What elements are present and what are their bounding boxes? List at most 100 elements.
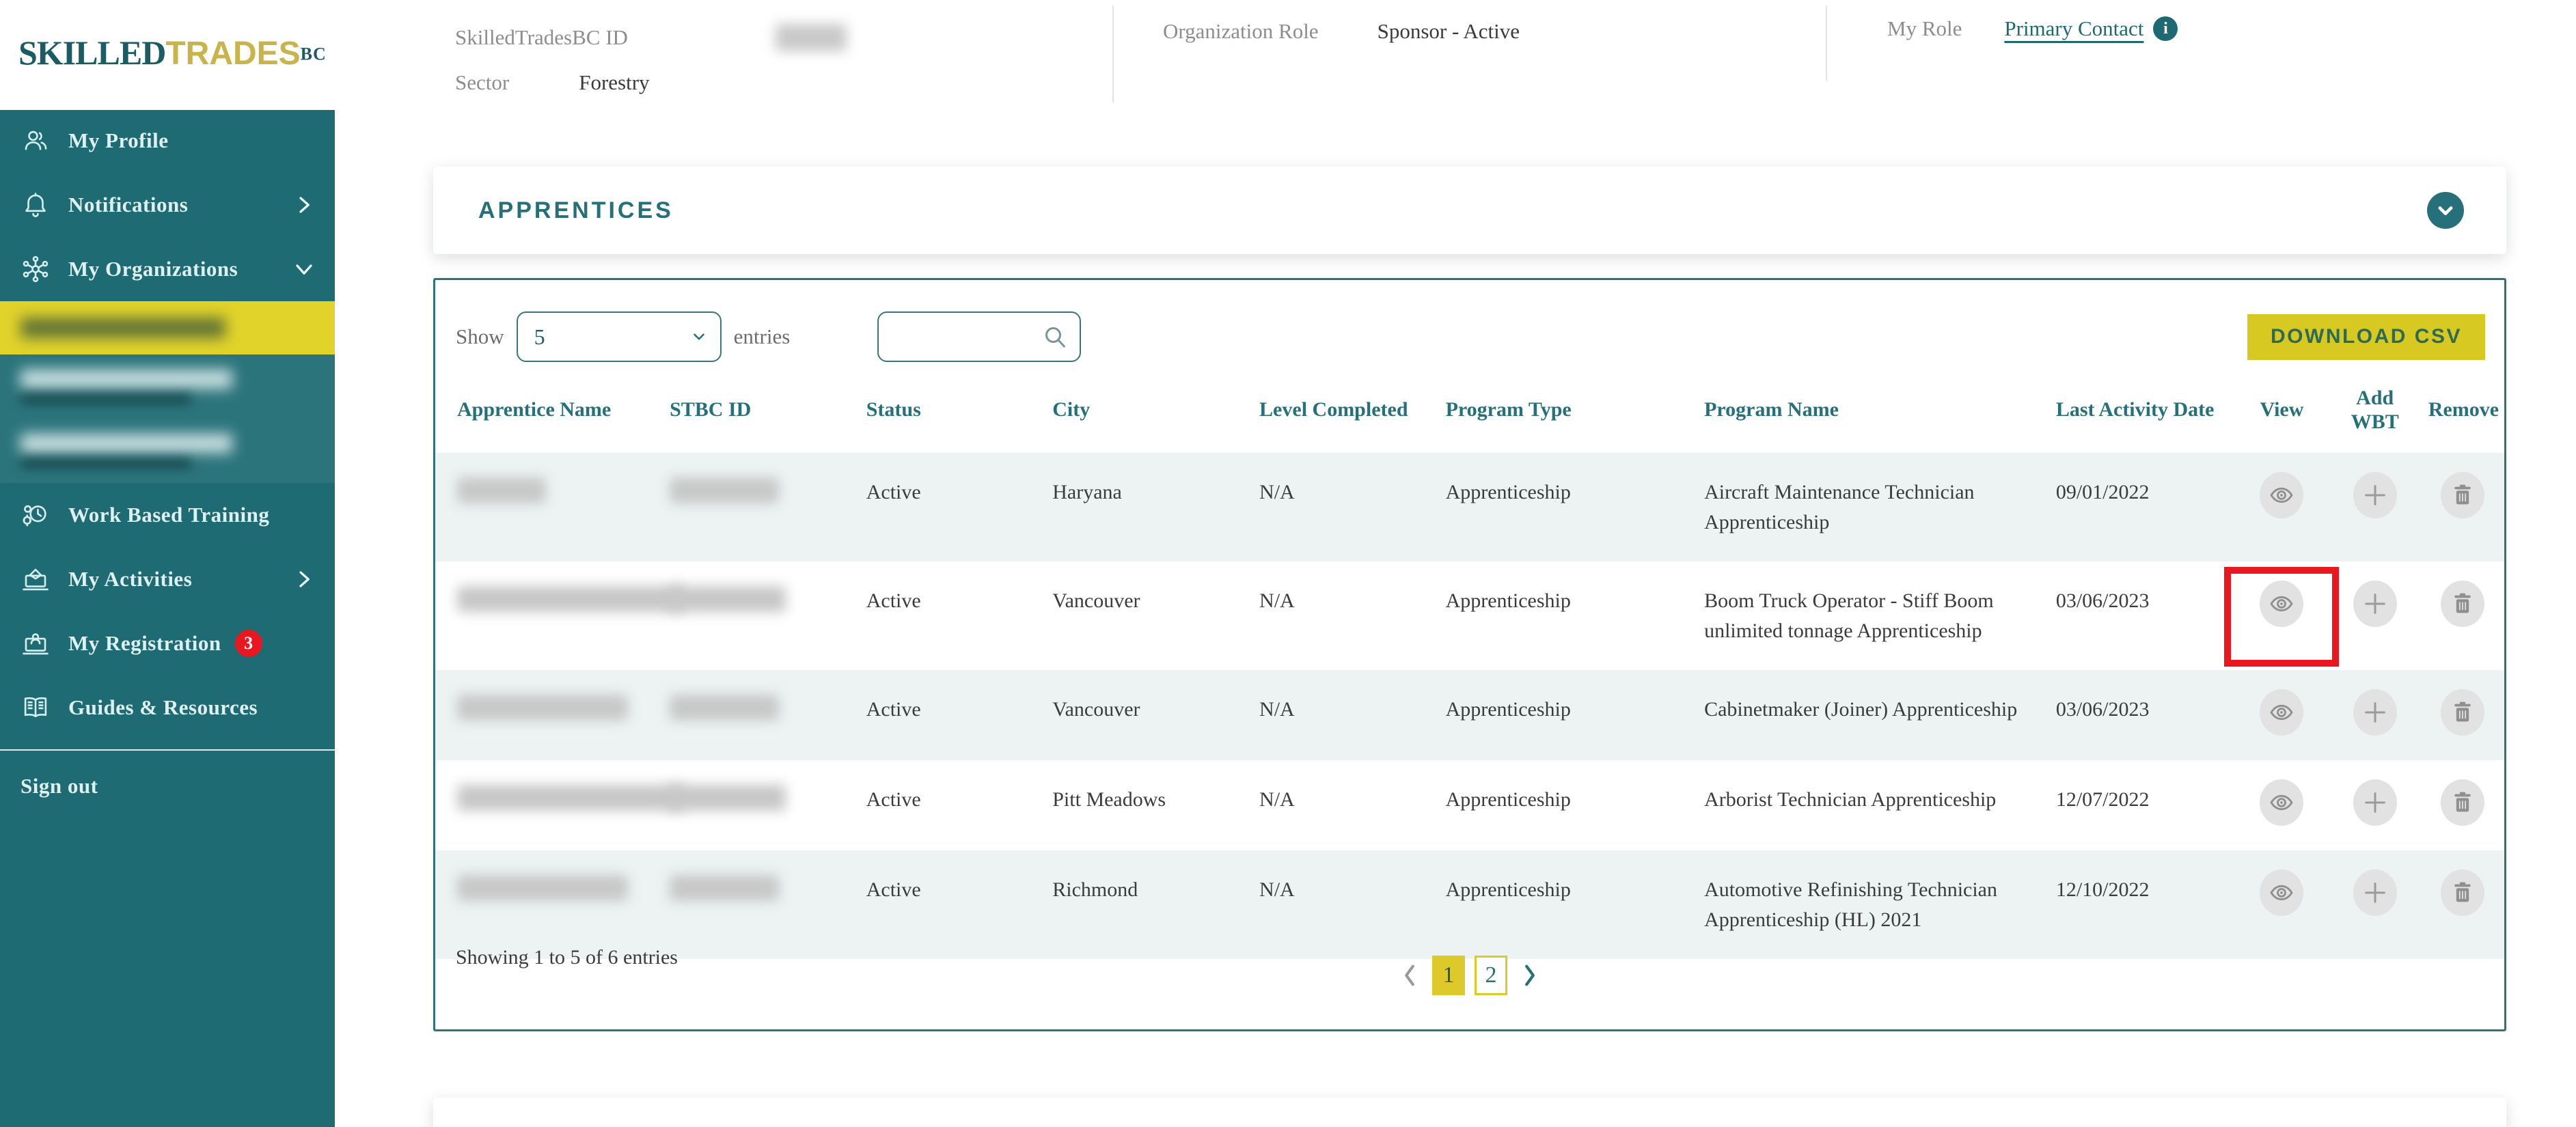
sidebar-item-work-based-training[interactable]: Work Based Training [0, 483, 335, 547]
cell-add-wbt [2329, 670, 2422, 760]
notification-count-badge: 3 [234, 630, 262, 657]
cell-level-completed: N/A [1259, 788, 1295, 811]
sidebar-item-organization[interactable] [0, 419, 335, 483]
entries-label: entries [733, 324, 791, 348]
cell-program-name: Aircraft Maintenance Technician Apprenti… [1704, 481, 1975, 533]
cell-status: Active [866, 481, 921, 503]
view-button[interactable] [2260, 472, 2304, 518]
column-header-apprentice-name: Apprentice Name [457, 398, 612, 421]
pagination-next-button[interactable] [1520, 964, 1540, 987]
add-wbt-button[interactable] [2353, 869, 2397, 916]
redacted-id [670, 586, 786, 612]
redacted-text [20, 434, 232, 468]
logo-part-bc: BC [300, 44, 327, 64]
plus-icon [2361, 590, 2389, 617]
sidebar-item-label: My Registration [68, 631, 221, 655]
download-csv-button[interactable]: DOWNLOAD CSV [2247, 314, 2485, 360]
cell-last-activity-date: 12/07/2022 [2055, 788, 2150, 811]
chevron-down-icon [294, 259, 314, 279]
stbc-id-value-redacted [775, 24, 847, 51]
sidebar-item-notifications[interactable]: Notifications [0, 173, 335, 237]
remove-button[interactable] [2441, 472, 2485, 518]
column-header-view: View [2260, 398, 2304, 421]
chevron-right-icon [294, 195, 314, 215]
cell-apprentice-name [435, 670, 663, 760]
chevron-down-icon [690, 328, 708, 346]
cell-last-activity-date: 03/06/2023 [2055, 698, 2150, 721]
search-box [877, 311, 1082, 362]
my-role-label: My Role [1887, 16, 1962, 40]
stbc-id-label: SkilledTradesBC ID [455, 25, 628, 49]
search-icon [1041, 323, 1069, 350]
column-header-remove: Remove [2428, 398, 2499, 421]
view-button[interactable] [2260, 869, 2304, 916]
plus-icon [2361, 699, 2389, 726]
logo-part-trades: TRADES [165, 36, 301, 72]
cell-last-activity-date: 03/06/2023 [2055, 589, 2150, 612]
redacted-name [457, 785, 683, 811]
header-divider [1826, 5, 1827, 81]
eye-icon [2268, 699, 2295, 726]
remove-button[interactable] [2441, 869, 2485, 916]
cell-remove [2422, 561, 2504, 670]
table-body: Active Haryana N/A Apprenticeship Aircraft M… [435, 453, 2504, 959]
table-row: Active Pitt Meadows N/A Apprenticeship Arbor… [435, 760, 2504, 850]
view-button[interactable] [2260, 581, 2304, 627]
org-id-sector-group: SkilledTradesBC ID Sector Forestry [455, 15, 847, 105]
cell-level-completed: N/A [1259, 481, 1295, 503]
pagination-page-2[interactable]: 2 [1475, 956, 1507, 995]
cell-apprentice-name [435, 453, 663, 561]
page-size-select[interactable]: 5 [516, 311, 722, 362]
apprentices-collapse-button[interactable] [2427, 192, 2464, 229]
sector-value: Forestry [579, 70, 650, 94]
view-button[interactable] [2260, 689, 2304, 736]
header-divider [1112, 5, 1114, 102]
sidebar-item-selected-organization[interactable] [0, 301, 335, 354]
table-footer: Showing 1 to 5 of 6 entries 12 [435, 934, 2504, 1029]
table-row: Active Vancouver N/A Apprenticeship Boom Tru… [435, 561, 2504, 670]
redacted-id [670, 695, 780, 721]
bell-icon [20, 190, 51, 220]
sidebar-item-my-profile[interactable]: My Profile [0, 109, 335, 173]
eye-icon [2268, 879, 2295, 906]
remove-button[interactable] [2441, 689, 2485, 736]
sidebar-item-my-registration[interactable]: My Registration 3 [0, 611, 335, 676]
sidebar-item-organization[interactable] [0, 354, 335, 419]
sidebar-item-my-organizations[interactable]: My Organizations [0, 237, 335, 301]
pagination-page-1[interactable]: 1 [1432, 956, 1465, 995]
add-wbt-button[interactable] [2353, 779, 2397, 826]
sidebar-item-label: Work Based Training [68, 503, 270, 527]
sidebar-nav: My Profile Notifications My Organizations W… [0, 109, 335, 740]
redacted-id [670, 477, 780, 503]
sidebar-item-guides-resources[interactable]: Guides & Resources [0, 676, 335, 740]
pagination-prev-button[interactable] [1399, 964, 1420, 987]
redacted-name [457, 477, 546, 503]
page-size-value: 5 [534, 324, 545, 349]
add-wbt-button[interactable] [2353, 472, 2397, 518]
next-panel-header-partial [433, 1098, 2506, 1127]
column-header-last-activity-date: Last Activity Date [2055, 398, 2215, 421]
apprentices-panel-header: APPRENTICES [433, 167, 2506, 254]
cell-program-type: Apprenticeship [1445, 481, 1571, 503]
add-wbt-button[interactable] [2353, 689, 2397, 736]
remove-button[interactable] [2441, 779, 2485, 826]
cell-view [2235, 760, 2328, 850]
redacted-text [20, 318, 225, 338]
my-role-group: My Role Primary Contact i [1887, 16, 2178, 41]
stbc-id-row: SkilledTradesBC ID [455, 15, 847, 60]
cell-add-wbt [2329, 760, 2422, 850]
cell-city: Vancouver [1052, 589, 1140, 612]
add-wbt-button[interactable] [2353, 581, 2397, 627]
main-content: APPRENTICES Show 5 entries DOWNLOAD CSV … [335, 110, 2576, 1127]
info-icon[interactable]: i [2153, 16, 2178, 41]
table-controls: Show 5 entries DOWNLOAD CSV [435, 280, 2504, 362]
sidebar-item-my-activities[interactable]: My Activities [0, 547, 335, 611]
sign-out-button[interactable]: Sign out [0, 751, 335, 822]
remove-button[interactable] [2441, 581, 2485, 627]
page: SKILLEDTRADESBC SkilledTradesBC ID Secto… [0, 0, 2576, 1127]
cell-view [2224, 561, 2340, 670]
view-button[interactable] [2260, 779, 2304, 826]
show-label: Show [456, 324, 504, 348]
cell-stbc-id [663, 453, 860, 561]
primary-contact-link[interactable]: Primary Contact [2004, 16, 2143, 41]
